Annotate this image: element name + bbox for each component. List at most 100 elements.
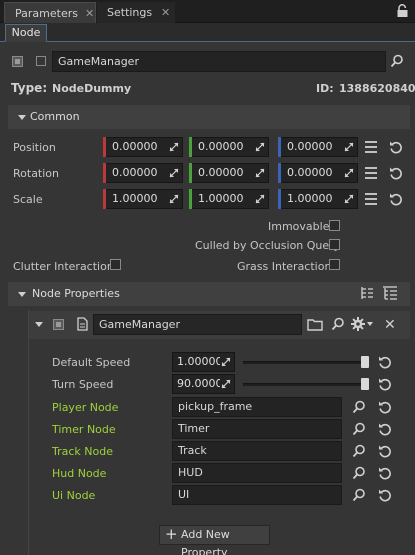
common-row-label: Position bbox=[13, 141, 56, 154]
drag-handle-icon[interactable] bbox=[344, 142, 354, 152]
slider-knob[interactable] bbox=[361, 356, 369, 368]
lock-icon[interactable] bbox=[396, 4, 409, 18]
node-ref-label: Track Node bbox=[52, 445, 113, 458]
param-slider[interactable] bbox=[243, 383, 369, 386]
common-row-label: Rotation bbox=[13, 167, 60, 180]
search-icon[interactable] bbox=[331, 317, 345, 331]
param-number-field[interactable]: 1.00000 bbox=[172, 352, 235, 372]
enabled-checkbox[interactable] bbox=[12, 56, 23, 67]
component-path-input[interactable]: GameManager bbox=[93, 314, 302, 335]
section-title: Common bbox=[30, 110, 80, 123]
vector-value: 1.00000 bbox=[198, 192, 244, 205]
id-label: ID: bbox=[316, 82, 334, 95]
drag-handle-icon[interactable] bbox=[220, 357, 231, 367]
vector-component-field[interactable]: 1.00000 bbox=[103, 189, 183, 209]
reset-icon[interactable] bbox=[389, 166, 403, 180]
tab-node[interactable]: Node bbox=[5, 24, 47, 42]
tab-parameters[interactable]: Parameters ✕ bbox=[4, 2, 96, 23]
add-new-property-button[interactable]: + Add New Property bbox=[159, 525, 270, 555]
clutter-checkbox[interactable] bbox=[110, 259, 121, 270]
drag-handle-icon[interactable] bbox=[220, 379, 231, 389]
node-ref-input[interactable]: pickup_frame bbox=[172, 397, 342, 417]
search-icon[interactable] bbox=[352, 400, 366, 414]
tab-label: Settings bbox=[107, 6, 153, 19]
node-properties-header[interactable]: Node Properties bbox=[8, 282, 410, 306]
vector-value: 1.00000 bbox=[112, 192, 158, 205]
add-button-label: Add New Property bbox=[181, 528, 230, 555]
clutter-label: Clutter Interaction bbox=[13, 260, 114, 273]
node-name-input[interactable]: GameManager bbox=[52, 51, 386, 72]
grass-checkbox[interactable] bbox=[329, 259, 340, 270]
slider-knob[interactable] bbox=[361, 378, 369, 390]
drag-handle-icon[interactable] bbox=[255, 142, 265, 152]
folder-icon[interactable] bbox=[307, 318, 323, 331]
search-icon[interactable] bbox=[352, 422, 366, 436]
tab-label: Parameters bbox=[15, 7, 78, 20]
collapse-all-icon[interactable] bbox=[382, 286, 398, 300]
reset-icon[interactable] bbox=[378, 377, 392, 391]
id-value: 1388620840 bbox=[339, 82, 415, 95]
vector-component-field[interactable]: 0.00000 bbox=[278, 137, 358, 157]
vector-component-field[interactable]: 0.00000 bbox=[189, 137, 269, 157]
vector-value: 1.00000 bbox=[287, 192, 333, 205]
param-number-field[interactable]: 90.0000 bbox=[172, 374, 235, 394]
menu-icon[interactable] bbox=[364, 166, 378, 180]
vector-component-field[interactable]: 0.00000 bbox=[103, 137, 183, 157]
expand-all-icon[interactable] bbox=[360, 286, 374, 300]
vector-value: 0.00000 bbox=[198, 166, 244, 179]
vector-component-field[interactable]: 0.00000 bbox=[278, 163, 358, 183]
vector-component-field[interactable]: 1.00000 bbox=[278, 189, 358, 209]
common-section-header[interactable]: Common bbox=[8, 105, 410, 129]
menu-icon[interactable] bbox=[364, 140, 378, 154]
culled-checkbox[interactable] bbox=[329, 239, 340, 250]
search-icon[interactable] bbox=[352, 466, 366, 480]
node-ref-input[interactable]: HUD bbox=[172, 463, 342, 483]
close-icon[interactable]: ✕ bbox=[161, 2, 170, 23]
remove-component-icon[interactable]: ✕ bbox=[384, 318, 396, 332]
node-ref-input[interactable]: Track bbox=[172, 441, 342, 461]
reset-icon[interactable] bbox=[378, 466, 392, 480]
common-row-label: Scale bbox=[13, 193, 43, 206]
component-enabled-checkbox[interactable] bbox=[53, 319, 64, 330]
search-icon[interactable] bbox=[352, 488, 366, 502]
param-slider[interactable] bbox=[243, 361, 369, 364]
vector-value: 0.00000 bbox=[112, 140, 158, 153]
drag-handle-icon[interactable] bbox=[169, 194, 179, 204]
file-icon bbox=[77, 317, 88, 331]
drag-handle-icon[interactable] bbox=[255, 168, 265, 178]
reset-icon[interactable] bbox=[378, 355, 392, 369]
gear-icon[interactable] bbox=[350, 316, 374, 332]
node-ref-label: Timer Node bbox=[52, 423, 116, 436]
immovable-checkbox[interactable] bbox=[329, 220, 340, 231]
reset-icon[interactable] bbox=[378, 400, 392, 414]
vector-component-field[interactable]: 1.00000 bbox=[189, 189, 269, 209]
vector-value: 0.00000 bbox=[112, 166, 158, 179]
reset-icon[interactable] bbox=[378, 488, 392, 502]
reset-icon[interactable] bbox=[378, 444, 392, 458]
collapse-icon bbox=[18, 115, 26, 120]
vector-component-field[interactable]: 0.00000 bbox=[103, 163, 183, 183]
menu-icon[interactable] bbox=[364, 192, 378, 206]
handled-checkbox[interactable] bbox=[36, 56, 46, 66]
drag-handle-icon[interactable] bbox=[255, 194, 265, 204]
drag-handle-icon[interactable] bbox=[169, 168, 179, 178]
drag-handle-icon[interactable] bbox=[344, 194, 354, 204]
node-ref-input[interactable]: Timer bbox=[172, 419, 342, 439]
search-icon[interactable] bbox=[352, 444, 366, 458]
reset-icon[interactable] bbox=[389, 140, 403, 154]
vector-component-field[interactable]: 0.00000 bbox=[189, 163, 269, 183]
search-icon[interactable] bbox=[390, 54, 404, 68]
node-ref-input[interactable]: UI bbox=[172, 485, 342, 505]
type-label: Type: bbox=[11, 81, 48, 95]
param-value: 1.00000 bbox=[177, 355, 223, 368]
close-icon[interactable]: ✕ bbox=[85, 3, 94, 24]
tab-settings[interactable]: Settings ✕ bbox=[97, 2, 175, 23]
drag-handle-icon[interactable] bbox=[169, 142, 179, 152]
section-title: Node Properties bbox=[32, 287, 120, 300]
node-ref-label: Hud Node bbox=[52, 467, 107, 480]
drag-handle-icon[interactable] bbox=[344, 168, 354, 178]
reset-icon[interactable] bbox=[378, 422, 392, 436]
collapse-icon bbox=[18, 292, 26, 297]
collapse-icon[interactable] bbox=[35, 322, 43, 327]
reset-icon[interactable] bbox=[389, 192, 403, 206]
